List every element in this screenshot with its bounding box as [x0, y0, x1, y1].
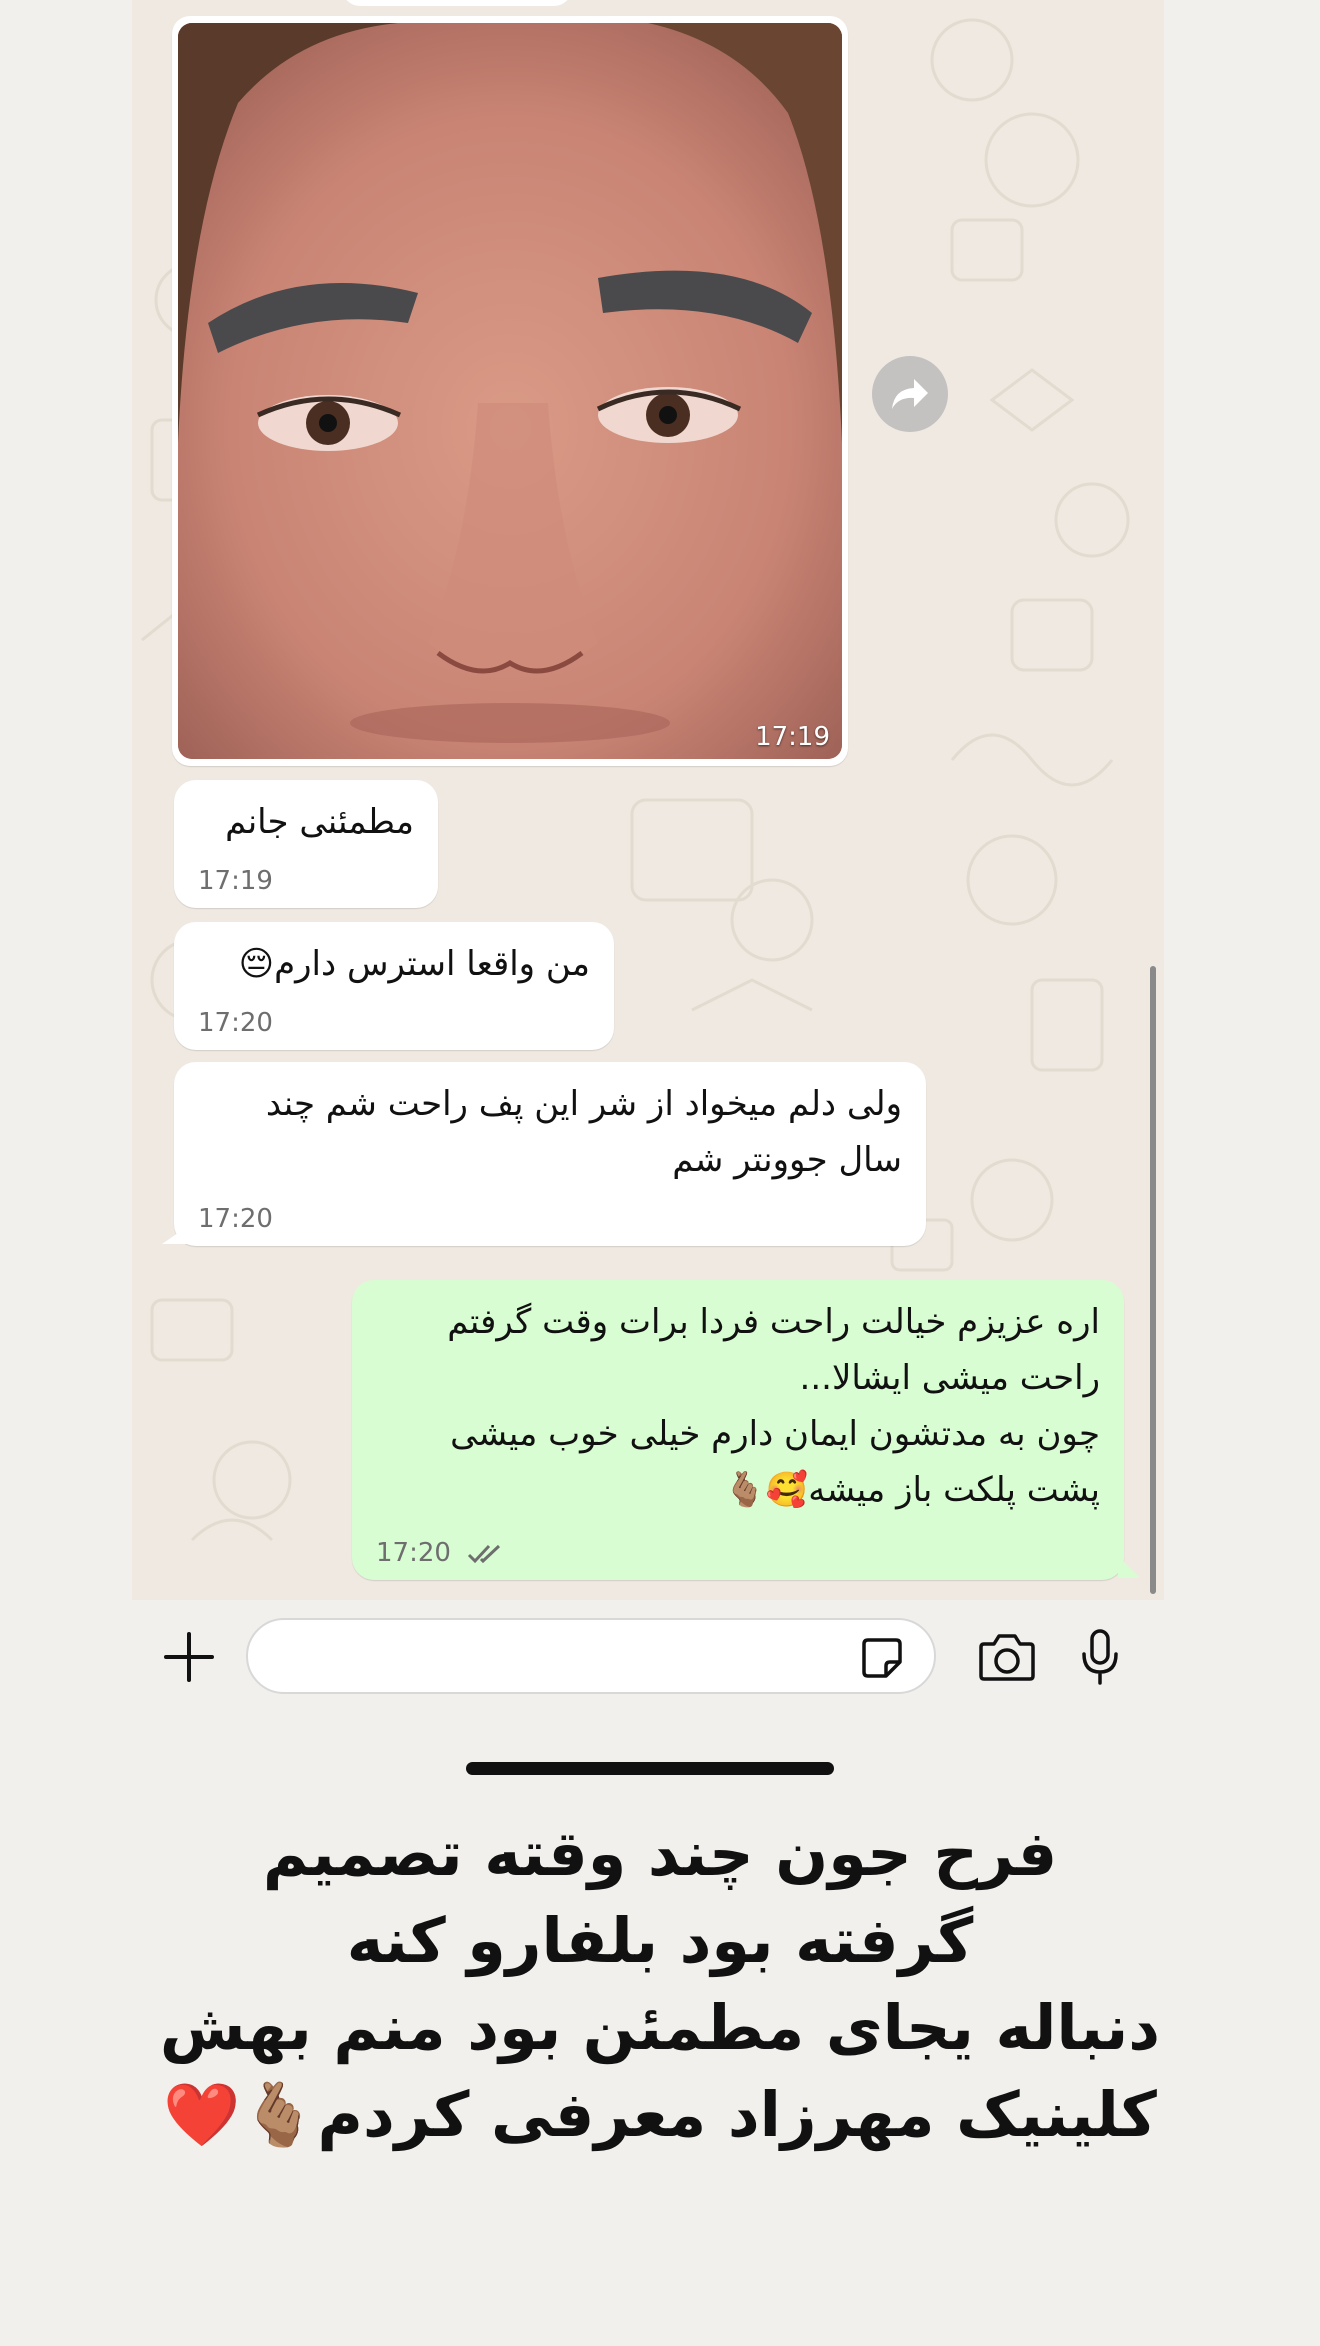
message-time: 17:20	[198, 1204, 273, 1234]
forward-icon	[892, 379, 928, 409]
outgoing-message[interactable]: اره عزیزم خیالت راحت فردا برات وقت گرفتم…	[352, 1280, 1124, 1580]
photo-message[interactable]: 17:19	[172, 16, 848, 766]
mic-icon[interactable]	[1080, 1628, 1120, 1686]
bubble-tail	[162, 1226, 188, 1244]
message-time: 17:20	[198, 1008, 273, 1038]
message-photo[interactable]	[178, 23, 842, 759]
sticker-icon[interactable]	[860, 1636, 904, 1680]
message-time: 17:19	[198, 866, 273, 896]
caption-line: دنباله یجای مطمئن بود منم بهش	[159, 1991, 1161, 2064]
caption-line: گرفته بود بلفارو کنه	[346, 1904, 974, 1977]
message-composer	[132, 1600, 1164, 1715]
plus-icon[interactable]	[162, 1630, 216, 1684]
message-text: مطمئنی جانم	[225, 802, 414, 842]
message-text-line: سال جوونتر شم	[672, 1140, 902, 1180]
caption-line: فرح جون چند وقته تصمیم	[262, 1817, 1058, 1890]
message-text-line: ولی دلم میخواد از شر این پف راحت شم چند	[265, 1084, 902, 1124]
message-text-line: راحت میشی ایشالا...	[799, 1358, 1100, 1398]
caption-line: کلینیک مهرزاد معرفی کردم🫰🏽❤️	[163, 2078, 1157, 2151]
previous-message-edge	[342, 0, 572, 6]
message-text: من واقعا استرس دارم😔	[238, 944, 590, 984]
message-time: 17:19	[755, 722, 830, 752]
message-text-line: اره عزیزم خیالت راحت فردا برات وقت گرفتم	[447, 1302, 1100, 1342]
home-indicator[interactable]	[466, 1762, 834, 1775]
incoming-message[interactable]: مطمئنی جانم 17:19	[174, 780, 438, 908]
face-photo	[178, 23, 842, 759]
camera-icon[interactable]	[978, 1632, 1036, 1682]
message-text-line: چون به مدتشون ایمان دارم خیلی خوب میشی	[450, 1414, 1100, 1454]
story-caption: فرح جون چند وقته تصمیم گرفته بود بلفارو …	[100, 1810, 1220, 2158]
message-text-line: پشت پلکت باز میشه🥰🫰🏽	[723, 1470, 1100, 1510]
message-time: 17:20	[376, 1538, 451, 1568]
message-input[interactable]	[246, 1618, 936, 1694]
message-status: 17:20	[376, 1538, 505, 1568]
incoming-message[interactable]: من واقعا استرس دارم😔 17:20	[174, 922, 614, 1050]
forward-button[interactable]	[872, 356, 948, 432]
chat-scrollbar[interactable]	[1150, 966, 1156, 1594]
chat-area: 17:19 مطمئنی جانم 17:19 من واقعا استرس د…	[132, 0, 1164, 1600]
incoming-message[interactable]: ولی دلم میخواد از شر این پف راحت شم چند …	[174, 1062, 926, 1246]
bubble-tail	[1118, 1556, 1140, 1578]
double-check-icon	[468, 1544, 501, 1563]
